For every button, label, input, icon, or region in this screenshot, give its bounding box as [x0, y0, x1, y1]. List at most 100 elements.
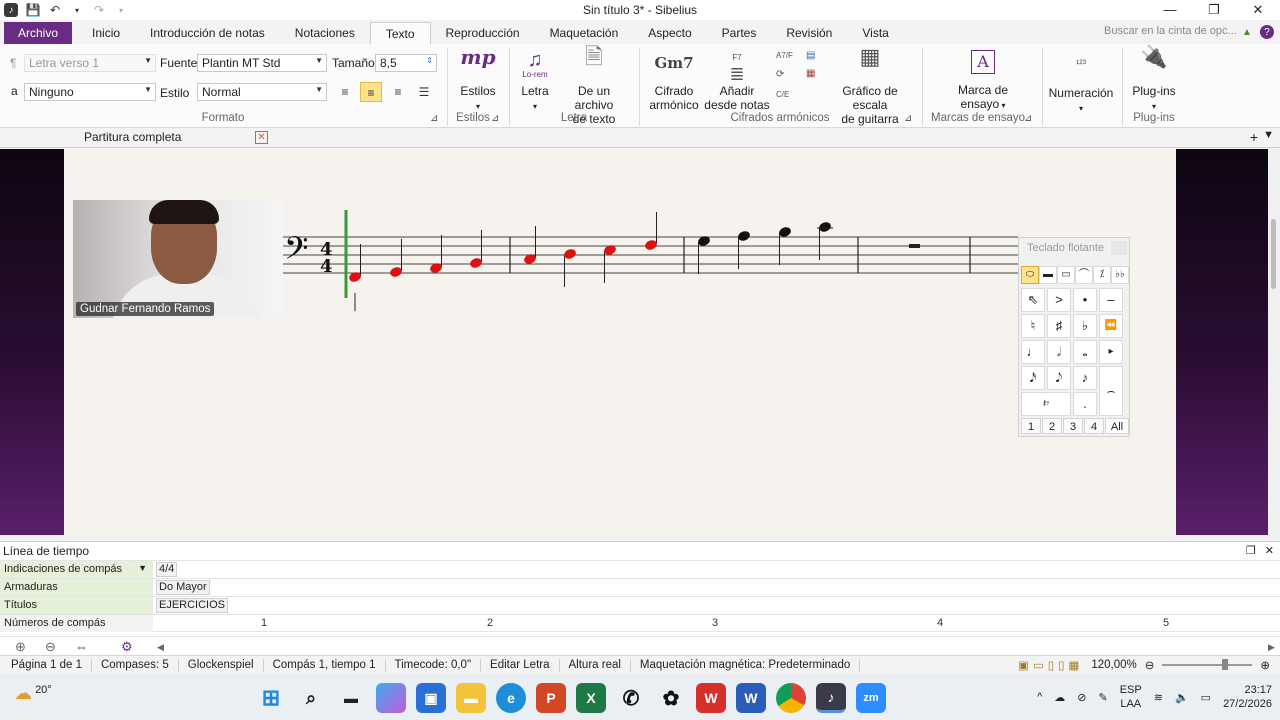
ribbon-search-input[interactable]: Buscar en la cinta de opc...	[1104, 25, 1244, 37]
zoom-slider[interactable]	[1162, 659, 1253, 670]
keypad-articulations-tab-icon[interactable]: ⌒	[1075, 266, 1093, 284]
note[interactable]	[389, 239, 403, 278]
note[interactable]	[697, 235, 711, 274]
close-icon[interactable]: ✕	[1236, 0, 1280, 20]
task-view-icon[interactable]: ▬	[336, 683, 366, 713]
justify-button[interactable]: ☰	[413, 82, 435, 102]
keypad-accidentals-tab-icon[interactable]: ♭♭	[1111, 266, 1129, 284]
zoom-in-icon[interactable]: ⊕	[15, 639, 26, 655]
timeline-settings-icon[interactable]: ⚙	[121, 639, 133, 655]
view-mode-icons[interactable]: ▣▭▯▯▦	[1018, 658, 1083, 672]
redo-icon[interactable]: ↷	[92, 3, 106, 17]
align-left-button[interactable]: ≡	[334, 82, 356, 102]
zoom-in-status-icon[interactable]: ⊕	[1260, 658, 1270, 672]
estilos-dialog-launcher-icon[interactable]: ⊿	[491, 113, 499, 124]
timeline-close-icon[interactable]: ✕	[1265, 545, 1274, 557]
zoom-icon[interactable]: zm	[856, 683, 886, 713]
zoom-out-status-icon[interactable]: ⊖	[1145, 658, 1155, 672]
tab-partes[interactable]: Partes	[707, 22, 772, 44]
tab-aspecto[interactable]: Aspecto	[633, 22, 706, 44]
weather-widget[interactable]: ☁ 20°	[14, 683, 52, 704]
tab-maquetacion[interactable]: Maquetación	[535, 22, 634, 44]
cifrado-armonico-button[interactable]: Gm7 Cifrado armónico	[646, 50, 702, 112]
keypad-beams-tab-icon[interactable]: ▬	[1039, 266, 1057, 284]
grafico-escala-guitarra-button[interactable]: ▦ Gráfico de escala de guitarra	[826, 46, 914, 127]
keypad-dot-icon[interactable]: .	[1073, 392, 1097, 416]
tab-introduccion-de-notas[interactable]: Introducción de notas	[135, 22, 280, 44]
tab-revision[interactable]: Revisión	[771, 22, 847, 44]
estilos-button[interactable]: mp Estilos ▾	[452, 47, 504, 114]
formato-dialog-launcher-icon[interactable]: ⊿	[430, 113, 438, 124]
tab-notaciones[interactable]: Notaciones	[280, 22, 370, 44]
whatsapp-icon[interactable]: ✆	[616, 683, 646, 713]
chord-respell-icon[interactable]: A7/F	[776, 51, 793, 60]
chrome-icon[interactable]	[776, 683, 806, 713]
undo-icon[interactable]: ↶	[48, 3, 62, 17]
style-combo[interactable]: Normal ▼	[197, 83, 327, 101]
windows-start-icon[interactable]: ⊞	[256, 683, 286, 713]
keypad-layout-1[interactable]: 1	[1021, 418, 1041, 434]
time-signature-chip[interactable]: 4/4	[156, 562, 178, 577]
folder-icon[interactable]: ▬	[456, 683, 486, 713]
keypad-sharp-icon[interactable]: ♯	[1047, 314, 1071, 338]
note[interactable]	[563, 248, 577, 287]
plugins-button[interactable]: 🔌 Plug-ins ▾	[1128, 46, 1180, 114]
text-style-combo[interactable]: Letra verso 1 ▼	[24, 54, 156, 72]
vertical-scrollbar[interactable]	[1268, 149, 1280, 535]
keypad-tie-icon[interactable]: ⌢	[1099, 366, 1123, 416]
title-chip[interactable]: EJERCICIOS	[156, 598, 229, 613]
cifrados-dialog-launcher-icon[interactable]: ⊿	[904, 113, 912, 124]
size-stepper[interactable]: 8,5 ⇕	[375, 54, 437, 72]
wifi-icon[interactable]: ≋	[1154, 691, 1163, 704]
help-icon[interactable]: ?	[1260, 25, 1274, 39]
redo-dropdown-icon[interactable]: ▾	[114, 3, 128, 17]
search-icon[interactable]: ⌕	[296, 683, 326, 713]
keypad-rewind-icon[interactable]: ⏪	[1099, 314, 1123, 338]
save-icon[interactable]: 💾	[26, 3, 41, 17]
keypad-tremolo-tab-icon[interactable]: ▭	[1057, 266, 1075, 284]
onedrive-icon[interactable]: ☁	[1054, 691, 1065, 704]
marcas-dialog-launcher-icon[interactable]: ⊿	[1024, 113, 1032, 124]
volume-icon[interactable]: 🔈	[1175, 691, 1189, 704]
store-icon[interactable]: ▣	[416, 683, 446, 713]
marca-de-ensayo-button[interactable]: A Marca de ensayo ▾	[950, 50, 1016, 113]
keypad-arrow-icon[interactable]: ⇖	[1021, 288, 1045, 312]
keypad-flat-icon[interactable]: ♭	[1073, 314, 1097, 338]
keypad-rest-icon[interactable]: 𝄽𝄾	[1021, 392, 1071, 416]
tab-partitura-completa[interactable]: Partitura completa	[84, 130, 181, 144]
keypad-tenuto-icon[interactable]: –	[1099, 288, 1123, 312]
tab-archivo[interactable]: Archivo	[4, 22, 73, 44]
keypad-close-icon[interactable]	[1111, 241, 1127, 255]
copilot-icon[interactable]	[376, 683, 406, 713]
keypad-half-note-icon[interactable]: 𝅗𝅥	[1047, 340, 1071, 364]
undo-dropdown-icon[interactable]: ▾	[70, 3, 84, 17]
numeracion-button[interactable]: ¹²³ Numeración ▾	[1046, 50, 1116, 116]
tab-reproduccion[interactable]: Reproducción	[431, 22, 535, 44]
note[interactable]	[469, 230, 483, 269]
powerpoint-icon[interactable]: P	[536, 683, 566, 713]
tab-menu-icon[interactable]: ▼	[1263, 129, 1274, 141]
timeline-float-icon[interactable]: ❐	[1246, 545, 1256, 557]
language-indicator[interactable]: ESP LAA	[1120, 683, 1142, 711]
scroll-left-icon[interactable]: ◀	[157, 642, 164, 653]
add-tab-icon[interactable]: +	[1250, 129, 1258, 145]
mute-icon[interactable]: ⊘	[1077, 691, 1086, 704]
keypad-jazz-tab-icon[interactable]: ⁒	[1093, 266, 1111, 284]
keypad-layout-3[interactable]: 3	[1063, 418, 1083, 434]
note[interactable]	[737, 230, 751, 269]
chevron-down-icon[interactable]: ▼	[138, 563, 147, 573]
close-score-tab-icon[interactable]: ✕	[255, 131, 268, 144]
keypad-quarter-note-icon[interactable]: ♩	[1021, 340, 1045, 364]
keypad-layout-2[interactable]: 2	[1042, 418, 1062, 434]
keypad-accent-icon[interactable]: >	[1047, 288, 1071, 312]
word-icon[interactable]: W	[736, 683, 766, 713]
align-right-button[interactable]: ≡	[387, 82, 409, 102]
text-variant-combo[interactable]: Ninguno ▼	[24, 83, 156, 101]
keypad-eighth-beamed-icon[interactable]: 𝅘𝅥𝅮	[1047, 366, 1071, 390]
clock[interactable]: 23:17 27/2/2026	[1223, 683, 1272, 711]
keypad-sixteenth-note-icon[interactable]: 𝅘𝅥𝅯	[1021, 366, 1045, 390]
wps-icon[interactable]: W	[696, 683, 726, 713]
restore-icon[interactable]: ❐	[1192, 0, 1236, 20]
chord-edit-icon[interactable]: ▦	[806, 68, 815, 79]
font-combo[interactable]: Plantin MT Std ▼	[197, 54, 327, 72]
